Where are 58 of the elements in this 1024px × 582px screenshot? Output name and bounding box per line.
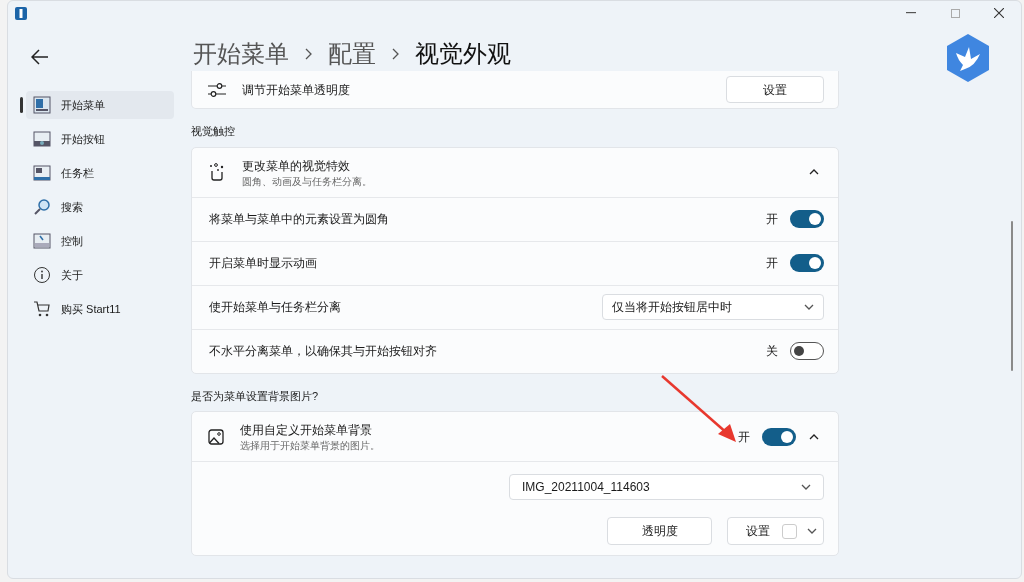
maximize-icon <box>950 8 960 18</box>
chevron-down-icon <box>804 304 814 310</box>
dropdown-field[interactable]: 仅当将开始按钮居中时 <box>602 294 824 320</box>
sidebar-item[interactable]: 控制 <box>26 227 174 255</box>
card-title: 更改菜单的视觉特效 <box>242 157 351 175</box>
sliders-icon <box>207 81 227 98</box>
card-subtitle: 圆角、动画及与任务栏分离。 <box>242 175 373 188</box>
cart-icon <box>33 300 51 318</box>
setting-label: 不水平分离菜单，以确保其与开始按钮对齐 <box>209 343 438 360</box>
chevron-up-icon <box>809 433 819 440</box>
color-swatch <box>782 523 797 539</box>
section-title: 视觉触控 <box>191 124 235 139</box>
scrollbar[interactable] <box>1011 221 1013 371</box>
breadcrumb-item[interactable]: 开始菜单 <box>193 39 289 69</box>
app-logo-icon <box>15 6 27 20</box>
card-title: 使用自定义开始菜单背景 <box>240 422 373 439</box>
search-icon <box>33 198 51 216</box>
setting-label: 将菜单与菜单中的元素设置为圆角 <box>209 211 390 228</box>
sidebar-item[interactable]: 购买 Start11 <box>26 295 174 323</box>
start-menu-icon <box>33 96 51 114</box>
keyboard-icon <box>33 232 51 250</box>
setting-label: 开启菜单时显示动画 <box>209 255 318 272</box>
toggle-state-label: 开 <box>738 428 750 446</box>
breadcrumb-item[interactable]: 配置 <box>328 39 376 69</box>
breadcrumb-item: 视觉外观 <box>415 39 511 69</box>
chevron-down-icon <box>807 528 817 534</box>
toggle-state-label: 开 <box>766 255 778 272</box>
section-title: 是否为菜单设置背景图片? <box>191 388 319 404</box>
toggle-state-label: 开 <box>766 211 778 228</box>
toggle-switch[interactable] <box>790 342 824 360</box>
info-icon <box>33 266 51 284</box>
bird-logo-icon <box>945 33 991 83</box>
opacity-button[interactable]: 透明度 <box>607 517 712 545</box>
taskbar-icon <box>33 164 51 182</box>
sidebar-item[interactable]: 开始按钮 <box>26 125 174 153</box>
sidebar-item[interactable]: 关于 <box>26 261 174 289</box>
sidebar-item[interactable]: 搜索 <box>26 193 174 221</box>
back-arrow-icon <box>31 49 49 65</box>
start-button-icon <box>33 130 51 148</box>
toggle-switch[interactable] <box>762 427 796 446</box>
setting-label: 使开始菜单与任务栏分离 <box>209 299 342 316</box>
close-icon <box>994 8 1004 18</box>
chevron-down-icon <box>801 483 811 490</box>
settings-button[interactable]: 设置 <box>726 76 824 103</box>
setting-label: 调节开始菜单透明度 <box>242 81 351 99</box>
card-subtitle: 选择用于开始菜单背景的图片。 <box>240 440 381 452</box>
sidebar-item[interactable]: 任务栏 <box>26 159 174 187</box>
toggle-switch[interactable] <box>790 210 824 228</box>
color-picker-button[interactable]: 设置 <box>727 517 824 545</box>
dropdown-field[interactable]: IMG_20211004_114603 <box>509 473 824 500</box>
toggle-state-label: 关 <box>766 343 778 360</box>
image-icon <box>207 427 225 446</box>
chevron-right-icon <box>392 48 399 60</box>
chevron-up-icon <box>809 169 819 175</box>
toggle-switch[interactable] <box>790 254 824 272</box>
chevron-right-icon <box>305 48 312 60</box>
sidebar-item[interactable]: 开始菜单 <box>26 91 174 119</box>
minimize-icon <box>906 12 916 14</box>
